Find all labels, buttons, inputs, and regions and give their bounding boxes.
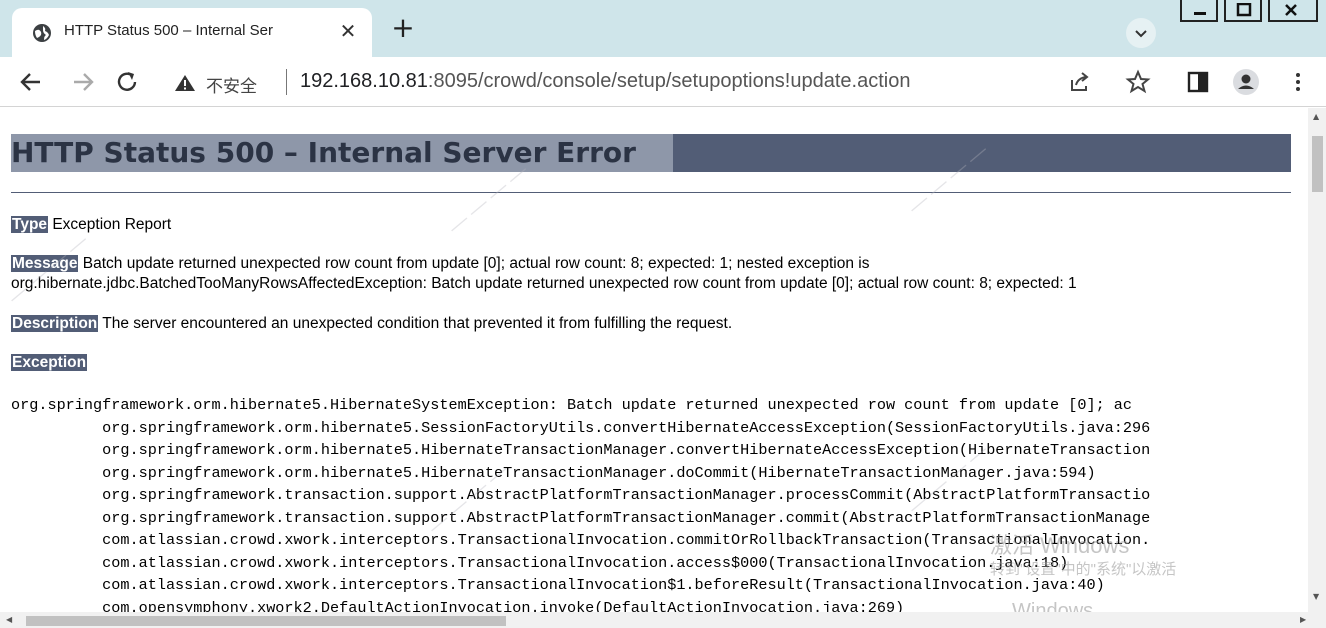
security-status: 不安全: [206, 77, 257, 97]
activate-windows-title: 激活 Windows: [990, 533, 1130, 558]
more-menu-icon[interactable]: [1284, 68, 1312, 96]
stack-trace: org.springframework.orm.hibernate5.Hiber…: [11, 396, 1151, 612]
description-value: The server encountered an unexpected con…: [102, 315, 733, 332]
message-label: Message: [11, 255, 79, 272]
exception-row: Exception: [11, 354, 88, 372]
type-value: Exception Report: [52, 216, 172, 233]
forward-arrow-icon[interactable]: [70, 69, 96, 95]
scroll-right-icon[interactable]: ▶: [1300, 615, 1306, 624]
divider: [11, 192, 1291, 193]
activate-windows-subtitle-2: Windows。: [1012, 600, 1114, 612]
profile-avatar-icon[interactable]: [1232, 68, 1260, 96]
message-value: Batch update returned unexpected row cou…: [82, 255, 870, 272]
type-row: Type Exception Report: [11, 216, 171, 234]
type-label: Type: [11, 216, 49, 233]
url-path: :8095/crowd/console/setup/setupoptions!u…: [427, 70, 911, 92]
browser-toolbar: 不安全 192.168.10.81:8095/crowd/console/set…: [0, 57, 1326, 107]
message-value-continued: org.hibernate.jdbc.BatchedTooManyRowsAff…: [11, 275, 1077, 292]
horizontal-scroll-thumb[interactable]: [26, 616, 506, 626]
message-row-continued: org.hibernate.jdbc.BatchedTooManyRowsAff…: [11, 275, 1077, 293]
minimize-icon: [1194, 12, 1206, 15]
scroll-left-icon[interactable]: ◀: [6, 615, 12, 624]
share-icon[interactable]: [1066, 68, 1094, 96]
vertical-scroll-thumb[interactable]: [1312, 136, 1323, 192]
tab-search-button[interactable]: [1126, 18, 1156, 48]
scroll-down-icon[interactable]: ▼: [1313, 592, 1319, 601]
warning-icon[interactable]: [174, 74, 196, 92]
back-arrow-icon[interactable]: [18, 69, 44, 95]
minimize-button[interactable]: [1180, 0, 1218, 22]
tab-strip: HTTP Status 500 – Internal Ser ✕ +: [0, 0, 1326, 57]
address-bar[interactable]: 不安全 192.168.10.81:8095/crowd/console/set…: [162, 61, 1172, 103]
reload-icon[interactable]: [114, 69, 140, 95]
description-label: Description: [11, 315, 99, 332]
maximize-icon: [1236, 3, 1252, 17]
close-icon: [1285, 4, 1297, 16]
close-tab-icon[interactable]: ✕: [336, 19, 360, 43]
side-panel-icon[interactable]: [1184, 68, 1212, 96]
description-row: Description The server encountered an un…: [11, 315, 732, 333]
scroll-up-icon[interactable]: ▲: [1313, 112, 1319, 121]
url-host: 192.168.10.81: [300, 70, 428, 92]
message-row: Message Batch update returned unexpected…: [11, 255, 869, 273]
tab-title: HTTP Status 500 – Internal Ser: [64, 22, 273, 39]
active-tab[interactable]: HTTP Status 500 – Internal Ser ✕: [12, 8, 372, 57]
new-tab-button[interactable]: +: [386, 12, 420, 46]
globe-icon: [33, 24, 51, 42]
vertical-scrollbar[interactable]: ▲ ▼: [1308, 108, 1326, 612]
exception-label: Exception: [11, 354, 88, 371]
url-divider: [286, 69, 287, 95]
page-content: HTTP Status 500 – Internal Server Error …: [0, 108, 1308, 612]
close-window-button[interactable]: [1268, 0, 1318, 22]
page-title: HTTP Status 500 – Internal Server Error: [11, 134, 1291, 172]
bookmark-star-icon[interactable]: [1124, 68, 1152, 96]
chevron-down-icon: [1135, 30, 1147, 38]
activate-windows-subtitle: 转到"设置"中的"系统"以激活: [990, 561, 1177, 578]
horizontal-scrollbar[interactable]: ◀ ▶: [0, 612, 1326, 628]
url-text[interactable]: 192.168.10.81:8095/crowd/console/setup/s…: [300, 70, 910, 93]
maximize-button[interactable]: [1224, 0, 1262, 22]
page-title-text: HTTP Status 500 – Internal Server Error: [11, 136, 636, 169]
